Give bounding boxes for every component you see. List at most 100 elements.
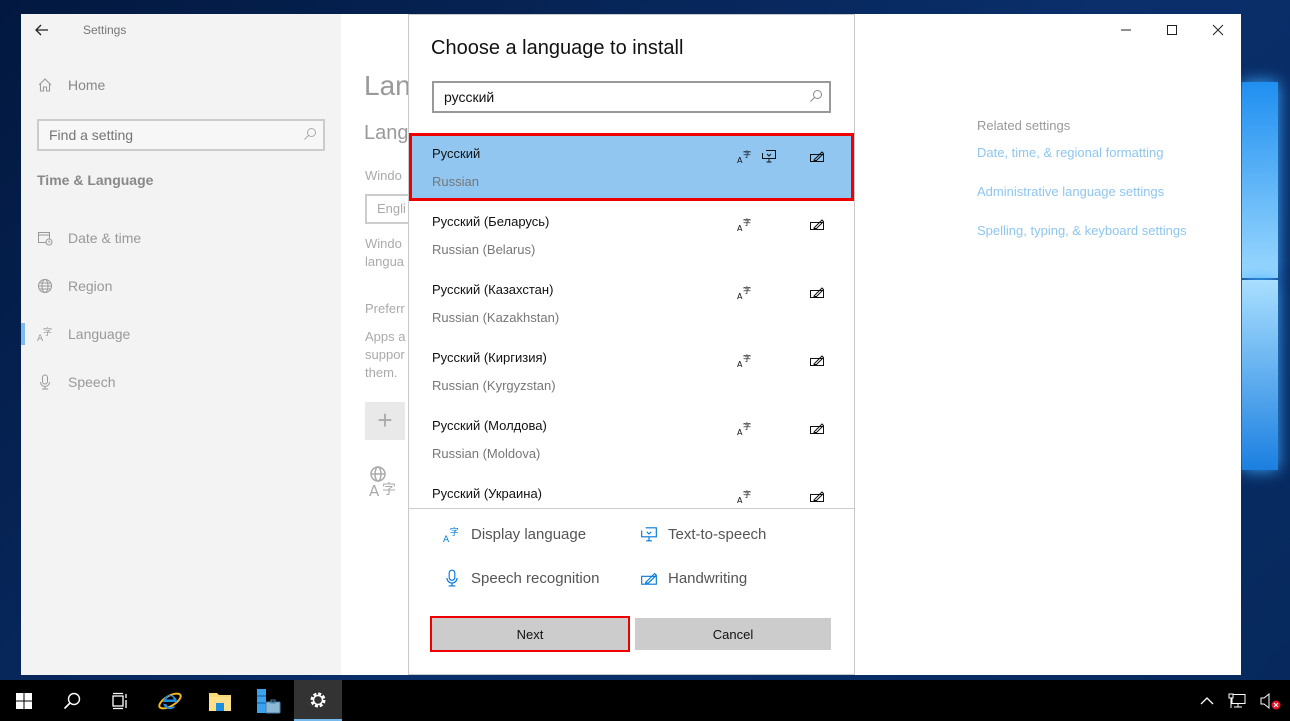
language-item-russian-kazakhstan[interactable]: Русский (Казахстан) Russian (Kazakhstan)…: [409, 269, 854, 337]
taskbar: [0, 680, 1290, 721]
search-icon[interactable]: [303, 127, 317, 141]
wallpaper-windows-logo: [1242, 70, 1282, 670]
sidebar-item-label: Home: [68, 77, 106, 93]
section-heading: Lang: [364, 122, 409, 144]
file-explorer-button[interactable]: [196, 680, 244, 721]
language-item-russian-ukraine[interactable]: Русский (Украина) A字: [409, 473, 854, 508]
sidebar-item-home[interactable]: Home: [37, 77, 105, 93]
legend-label: Speech recognition: [471, 569, 600, 587]
sidebar-item-speech[interactable]: Speech: [21, 358, 341, 406]
language-english-name: Russian (Belarus): [432, 242, 536, 257]
svg-text:字: 字: [382, 482, 396, 498]
svg-text:字: 字: [743, 217, 751, 227]
minimize-button[interactable]: [1103, 14, 1149, 46]
close-icon: [1212, 24, 1224, 36]
windows-desc-line-1: Windo: [365, 236, 402, 251]
handwriting-icon: [810, 219, 825, 230]
language-english-name: Russian (Moldova): [432, 446, 541, 461]
svg-text:字: 字: [743, 421, 751, 431]
preferred-languages-label: Preferr: [365, 301, 405, 316]
display-language-icon: A字: [737, 149, 751, 164]
svg-text:字: 字: [743, 489, 751, 499]
task-view-button[interactable]: [96, 680, 144, 721]
svg-text:A: A: [369, 482, 380, 498]
sidebar-item-date-time[interactable]: Date & time: [21, 214, 341, 262]
language-native-name: Русский (Молдова): [432, 418, 547, 433]
language-item-russian-moldova[interactable]: Русский (Молдова) Russian (Moldova) A字: [409, 405, 854, 473]
language-globe-icon: A字: [367, 464, 401, 504]
windows-desc-line-2: langua: [365, 254, 405, 269]
maximize-icon: [1167, 25, 1177, 35]
language-item-russian-belarus[interactable]: Русский (Беларусь) Russian (Belarus) A字: [409, 201, 854, 269]
windows-display-label: Windo: [365, 168, 402, 183]
sidebar-item-language[interactable]: A字 Language: [21, 310, 341, 358]
date-time-regional-link[interactable]: Date, time, & regional formatting: [977, 145, 1187, 160]
settings-taskbar-button[interactable]: [294, 680, 342, 721]
legend-label: Display language: [471, 525, 587, 543]
language-english-name: Russian: [432, 174, 479, 189]
search-icon: [63, 692, 81, 709]
network-icon[interactable]: [1228, 693, 1246, 709]
language-item-russian[interactable]: Русский Russian A字: [409, 133, 854, 201]
internet-explorer-button[interactable]: [146, 680, 194, 721]
choose-language-dialog: Choose a language to install Русский Rus…: [408, 14, 855, 675]
language-search-box[interactable]: [432, 81, 831, 113]
legend-label: Handwriting: [668, 569, 748, 587]
display-language-icon: A字: [737, 353, 751, 368]
dialog-title: Choose a language to install: [431, 37, 684, 59]
display-language-icon: A字: [737, 285, 751, 300]
close-button[interactable]: [1195, 14, 1241, 46]
server-manager-button[interactable]: [244, 680, 292, 721]
svg-text:字: 字: [743, 149, 751, 159]
language-native-name: Русский: [432, 146, 481, 161]
legend-speech-recognition: Speech recognition: [443, 569, 599, 587]
apps-desc-line-3: them.: [365, 365, 398, 380]
find-setting-input[interactable]: [39, 121, 289, 149]
search-icon[interactable]: [809, 89, 823, 103]
administrative-language-link[interactable]: Administrative language settings: [977, 184, 1187, 199]
language-native-name: Русский (Киргизия): [432, 350, 547, 365]
text-to-speech-icon: [762, 150, 776, 163]
show-hidden-icons-icon[interactable]: [1200, 696, 1214, 706]
related-settings: Related settings Date, time, & regional …: [977, 118, 1187, 262]
sidebar-item-region[interactable]: Region: [21, 262, 341, 310]
handwriting-icon: [810, 287, 825, 298]
maximize-button[interactable]: [1149, 14, 1195, 46]
language-native-name: Русский (Казахстан): [432, 282, 554, 297]
wallpaper-pane-top: [1242, 82, 1278, 278]
add-language-button[interactable]: +: [365, 402, 405, 440]
start-icon: [16, 692, 32, 709]
minimize-icon: [1121, 29, 1131, 31]
sidebar-nav: Date & time Region A字 Language Speech: [21, 214, 341, 406]
section-title: Time & Language: [37, 172, 154, 188]
apps-desc-line-2: suppor: [365, 347, 405, 362]
legend-handwriting: Handwriting: [640, 569, 747, 587]
next-button[interactable]: Next: [430, 616, 630, 652]
language-item-russian-kyrgyzstan[interactable]: Русский (Киргизия) Russian (Kyrgyzstan) …: [409, 337, 854, 405]
find-setting-search[interactable]: [37, 119, 325, 151]
spelling-typing-keyboard-link[interactable]: Spelling, typing, & keyboard settings: [977, 223, 1187, 238]
language-list: Русский Russian A字 Русский (Беларусь) Ru…: [409, 133, 854, 509]
sidebar-item-label: Language: [68, 326, 131, 342]
start-button[interactable]: [0, 680, 48, 721]
volume-muted-icon[interactable]: [1260, 692, 1282, 710]
legend-text-to-speech: Text-to-speech: [640, 525, 766, 543]
display-language-icon: A字: [737, 217, 751, 232]
sidebar-item-label: Region: [68, 278, 113, 294]
text-to-speech-icon: [641, 527, 657, 542]
back-button[interactable]: [35, 20, 57, 42]
svg-text:字: 字: [743, 353, 751, 363]
related-settings-label: Related settings: [977, 118, 1071, 133]
file-explorer-icon: [209, 692, 231, 711]
legend-label: Text-to-speech: [668, 525, 767, 543]
system-tray: [1200, 680, 1282, 721]
language-search-input[interactable]: [434, 83, 794, 111]
legend-display-language: A字 Display language: [443, 525, 587, 544]
taskbar-search-button[interactable]: [48, 680, 96, 721]
app-title: Settings: [83, 23, 127, 37]
handwriting-icon: [810, 355, 825, 366]
language-icon: A字: [37, 326, 52, 342]
cancel-button[interactable]: Cancel: [635, 618, 831, 650]
home-icon: [38, 78, 52, 92]
microphone-icon: [40, 374, 50, 390]
